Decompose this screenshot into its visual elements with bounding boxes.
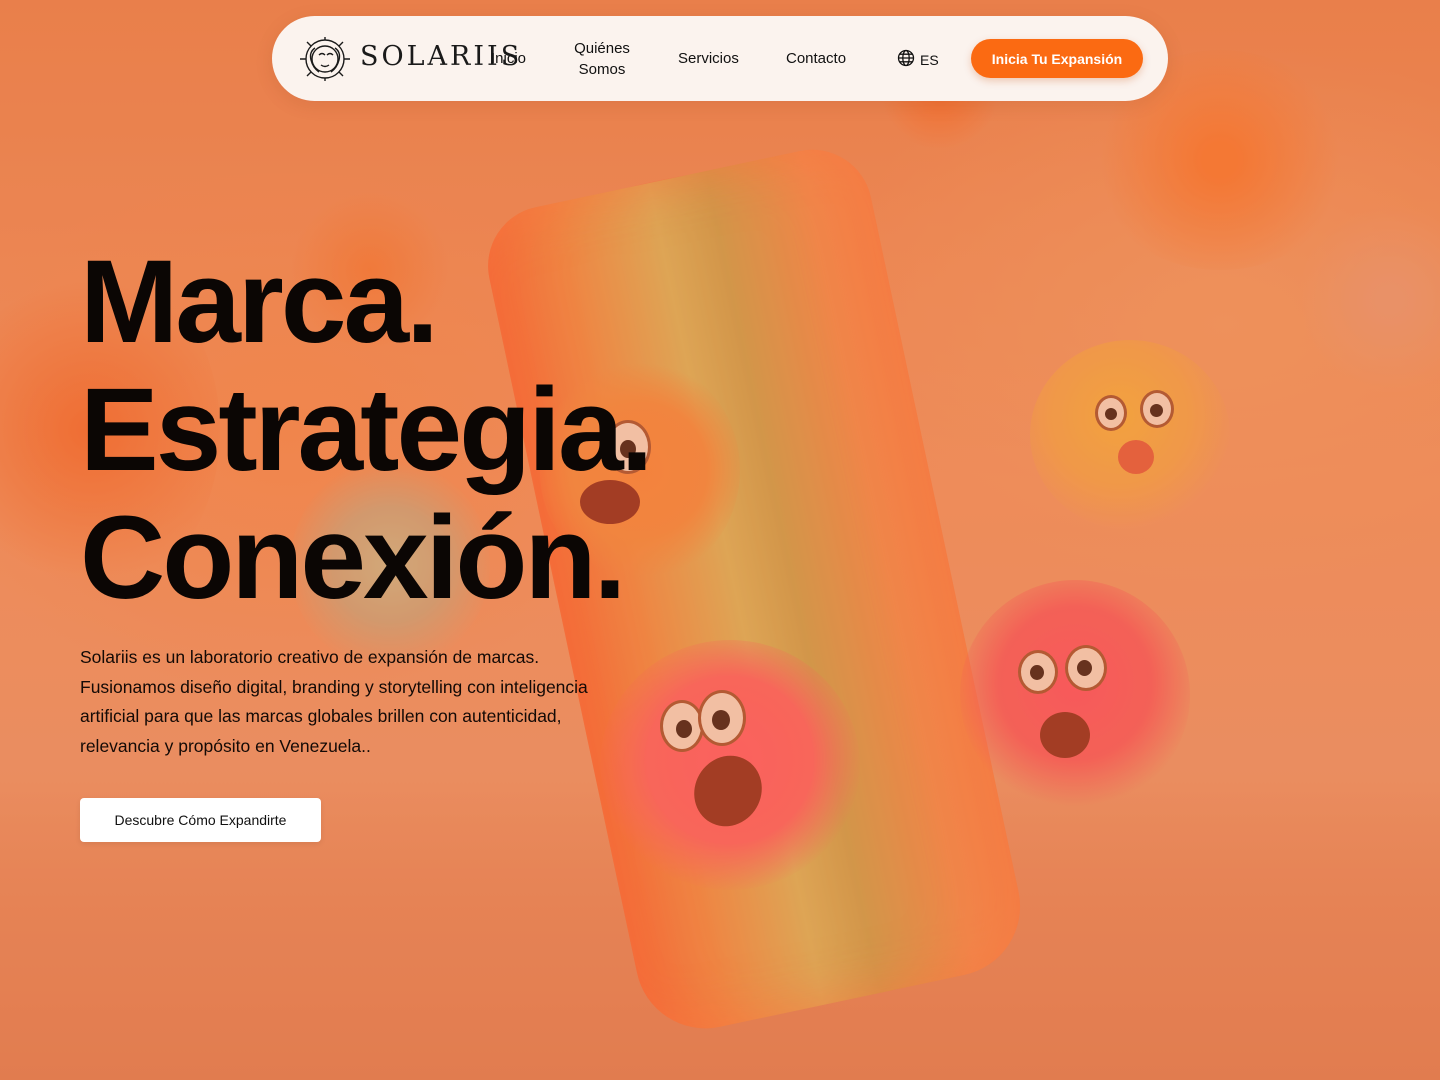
language-label: ES: [920, 51, 939, 68]
nav-link-servicios[interactable]: Servicios: [678, 48, 739, 69]
hero-description: Solariis es un laboratorio creativo de e…: [80, 647, 588, 756]
hero-heading-line-2: Estrategia.: [80, 364, 653, 496]
nav-link-quienes-line: Quiénes: [574, 40, 630, 57]
globe-icon: [897, 49, 915, 70]
hero-heading-line-3: Conexión.: [80, 492, 626, 624]
nav-link-contacto[interactable]: Contacto: [786, 48, 846, 69]
language-selector[interactable]: ES: [897, 49, 939, 70]
top-navigation-bar: SOLARIIS Inicio Quiénes Somos Servicios …: [272, 16, 1168, 101]
solar-face-logo-icon[interactable]: [297, 36, 353, 82]
discover-expansion-button[interactable]: Descubre Cómo Expandirte: [80, 798, 321, 842]
nav-link-inicio[interactable]: Inicio: [491, 48, 526, 69]
hero-heading-line-1: Marca.: [80, 236, 439, 368]
start-expansion-button[interactable]: Inicia Tu Expansión: [971, 39, 1143, 78]
nav-link-quienes-somos[interactable]: Quiénes Somos: [570, 38, 634, 80]
nav-link-quienes-line: Somos: [578, 61, 626, 78]
